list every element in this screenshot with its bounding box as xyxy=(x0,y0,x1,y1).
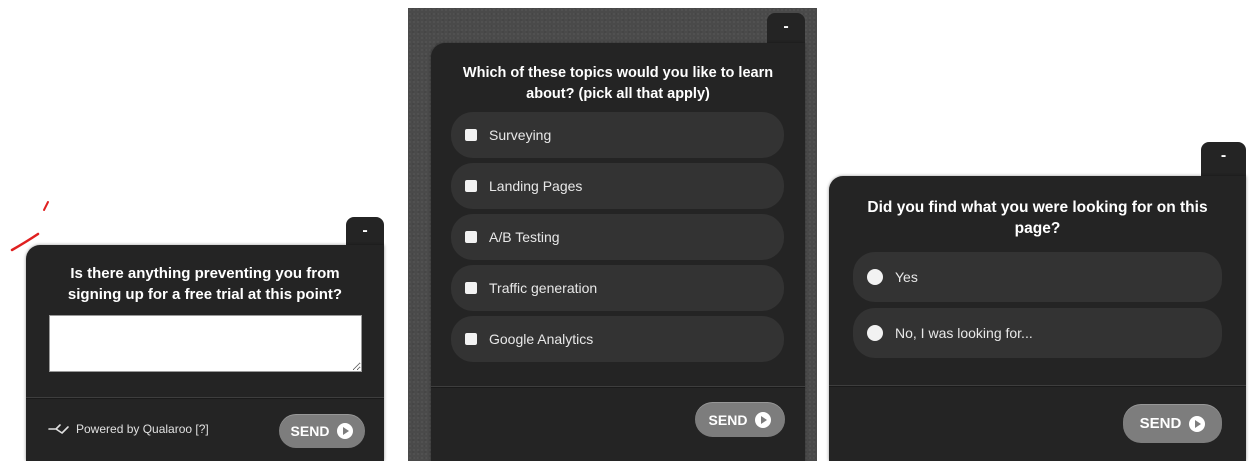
send-button-label: SEND xyxy=(1139,415,1182,432)
survey-widget-right: Did you find what you were looking for o… xyxy=(829,176,1246,461)
question-text: Did you find what you were looking for o… xyxy=(867,199,1208,237)
option-label: Yes xyxy=(895,269,918,285)
minimize-button-label[interactable]: - xyxy=(783,18,788,35)
powered-by[interactable]: Powered by Qualaroo [?] xyxy=(48,422,209,436)
survey-widget-left: Is there anything preventing you from si… xyxy=(26,245,384,461)
checkbox[interactable] xyxy=(465,180,477,192)
checkbox[interactable] xyxy=(465,333,477,345)
radio-button[interactable] xyxy=(867,325,883,341)
option-ab-testing[interactable]: A/B Testing xyxy=(451,214,784,260)
option-label: Traffic generation xyxy=(489,280,598,296)
option-label: Surveying xyxy=(489,127,552,143)
send-button[interactable]: SEND xyxy=(279,414,365,448)
option-yes[interactable]: Yes xyxy=(853,252,1222,302)
checkbox[interactable] xyxy=(465,282,477,294)
option-label: Google Analytics xyxy=(489,331,594,347)
send-button[interactable]: SEND xyxy=(1123,404,1222,443)
option-landing-pages[interactable]: Landing Pages xyxy=(451,163,784,209)
divider xyxy=(26,397,384,399)
play-icon xyxy=(337,423,354,439)
checkbox[interactable] xyxy=(465,129,477,141)
survey-widget-middle: Which of these topics would you like to … xyxy=(431,43,805,461)
radio-button[interactable] xyxy=(867,269,883,285)
question-text: Is there anything preventing you from si… xyxy=(67,265,343,303)
answer-textarea[interactable] xyxy=(49,315,362,372)
play-icon xyxy=(755,411,772,428)
send-button-label: SEND xyxy=(290,423,330,439)
option-surveying[interactable]: Surveying xyxy=(451,112,784,158)
send-button-label: SEND xyxy=(708,411,748,428)
option-label: No, I was looking for... xyxy=(895,325,1033,341)
option-label: A/B Testing xyxy=(489,229,560,245)
powered-by-text[interactable]: Powered by Qualaroo [?] xyxy=(76,422,209,436)
option-traffic-generation[interactable]: Traffic generation xyxy=(451,265,784,311)
qualaroo-kangaroo-icon xyxy=(48,424,69,434)
option-no-looking-for[interactable]: No, I was looking for... xyxy=(853,308,1222,358)
divider xyxy=(829,385,1246,387)
play-icon xyxy=(1189,415,1206,432)
minimize-button-label[interactable]: - xyxy=(362,222,367,239)
checkbox[interactable] xyxy=(465,231,477,243)
minimize-button-label[interactable]: - xyxy=(1221,147,1226,164)
option-google-analytics[interactable]: Google Analytics xyxy=(451,316,784,362)
question-text: Which of these topics would you like to … xyxy=(462,65,774,102)
divider xyxy=(431,386,805,388)
option-label: Landing Pages xyxy=(489,178,583,194)
send-button[interactable]: SEND xyxy=(695,402,785,437)
